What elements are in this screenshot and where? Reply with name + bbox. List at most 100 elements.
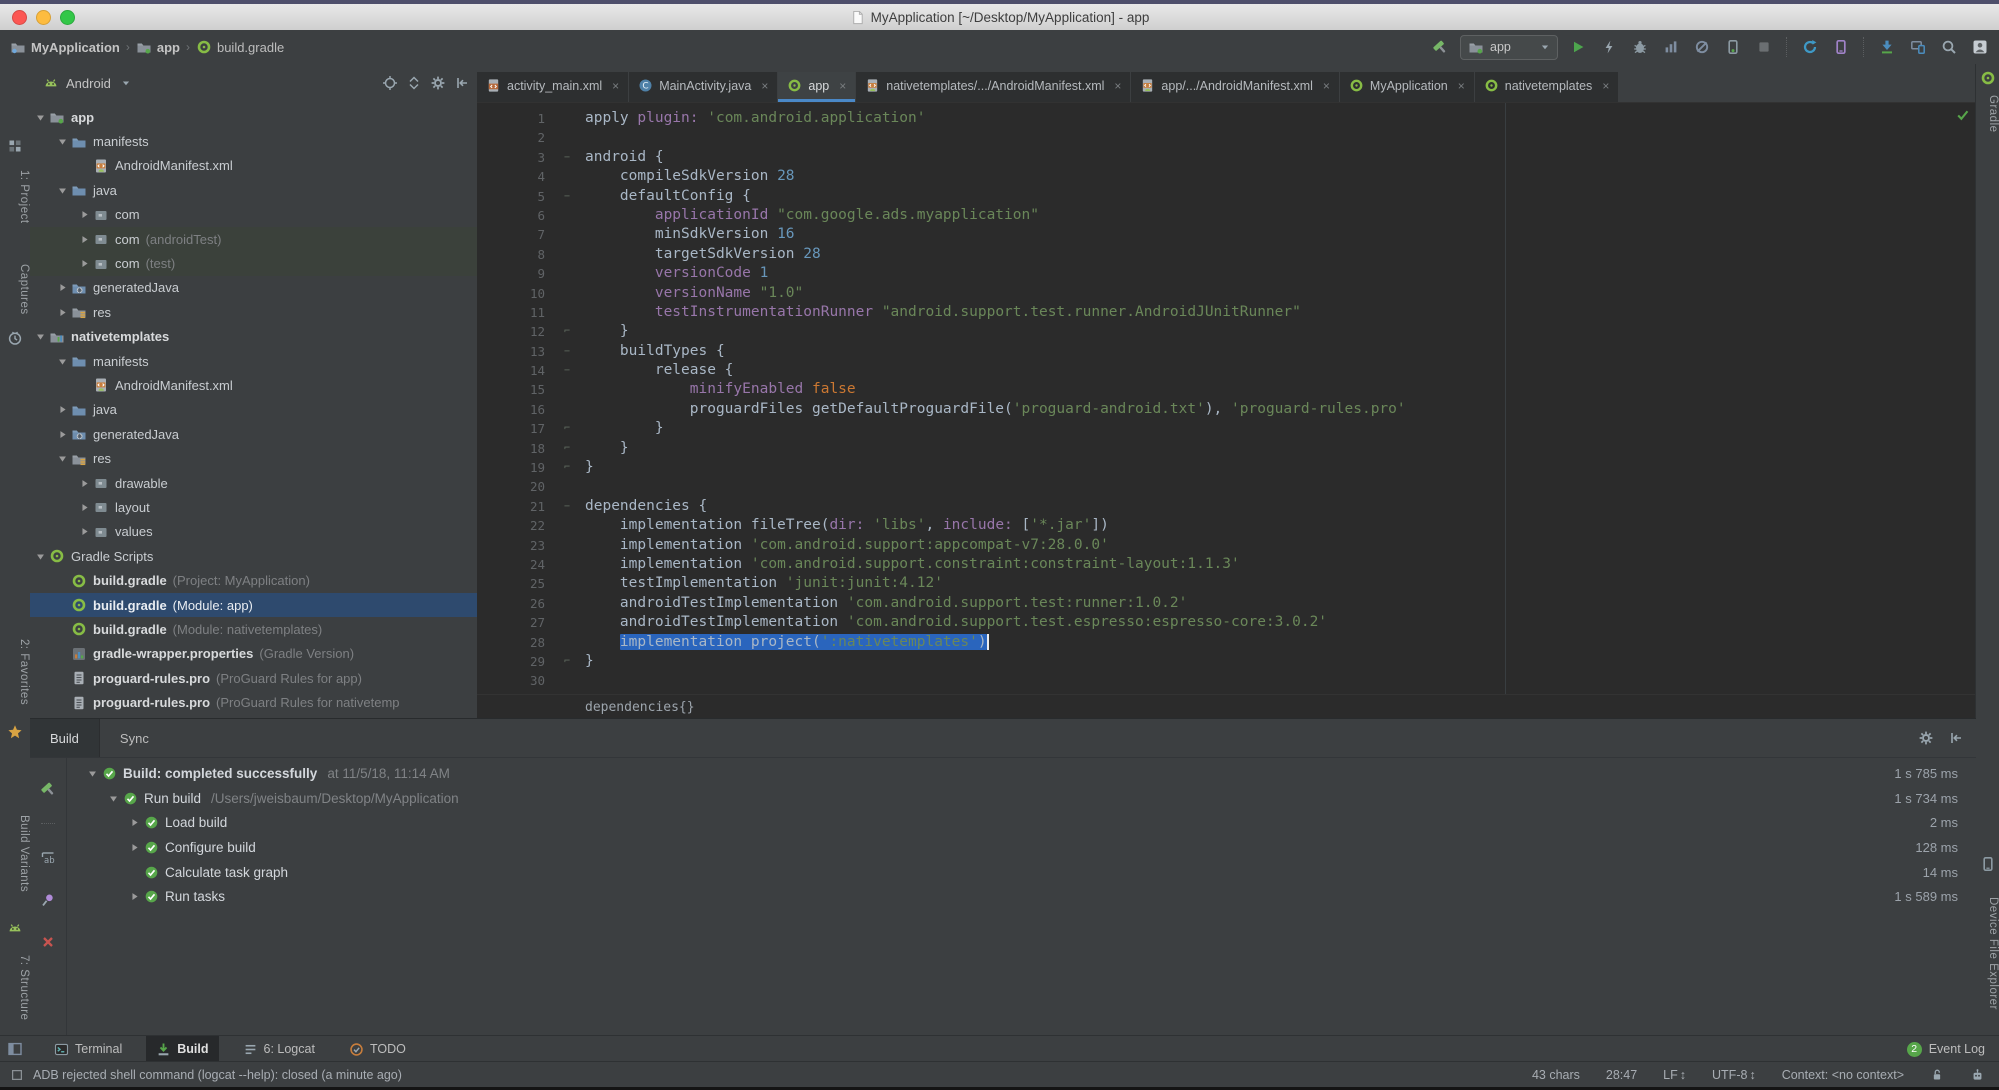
code-line[interactable]: 7 minSdkVersion 16 <box>477 225 1976 244</box>
run-configuration-combo[interactable]: app <box>1460 34 1558 60</box>
tool-window-button-build[interactable]: Build <box>146 1036 219 1062</box>
code-line[interactable]: 13 − buildTypes { <box>477 342 1976 361</box>
code-line[interactable]: 8 targetSdkVersion 28 <box>477 245 1976 264</box>
editor-tab[interactable]: C MainActivity.java × <box>629 72 778 102</box>
code-line[interactable]: 3 − android { <box>477 148 1976 167</box>
close-tab-icon[interactable]: × <box>839 79 846 93</box>
tree-item[interactable]: manifests <box>30 349 477 373</box>
code-line[interactable]: 5 − defaultConfig { <box>477 187 1976 206</box>
build-hammer-icon[interactable] <box>1429 36 1451 58</box>
tree-item[interactable]: res <box>30 300 477 324</box>
project-view-selector[interactable]: Android <box>66 76 111 91</box>
tree-item[interactable]: res <box>30 446 477 470</box>
close-panel-icon[interactable] <box>40 934 56 950</box>
build-hide-panel-icon[interactable] <box>1946 728 1966 748</box>
code-line[interactable]: 9 versionCode 1 <box>477 264 1976 283</box>
device-connections-icon[interactable] <box>1907 36 1929 58</box>
run-on-device-icon[interactable] <box>1722 36 1744 58</box>
debug-icon[interactable] <box>1629 36 1651 58</box>
breadcrumb-item[interactable]: app <box>136 39 180 55</box>
avd-manager-icon[interactable] <box>1830 36 1852 58</box>
editor-tab[interactable]: MyApplication × <box>1339 72 1474 102</box>
tree-item[interactable]: nativetemplates <box>30 325 477 349</box>
close-tab-icon[interactable]: × <box>1114 79 1121 93</box>
code-line[interactable]: 28 implementation project(':nativetempla… <box>477 633 1976 652</box>
locate-file-icon[interactable] <box>381 74 399 92</box>
intention-bulb-icon[interactable] <box>589 615 602 630</box>
code-line[interactable]: 17 ⌐ } <box>477 419 1976 438</box>
build-output-row[interactable]: Build: completed successfully at 11/5/18,… <box>66 761 1976 786</box>
favorites-star-icon[interactable] <box>7 724 23 740</box>
zoom-window-button[interactable] <box>60 9 75 25</box>
code-line[interactable]: 30 <box>477 671 1976 690</box>
tool-button-structure[interactable]: 7: Structure <box>0 946 30 1030</box>
pin-tab-icon[interactable] <box>40 892 56 908</box>
macos-titlebar[interactable]: MyApplication [~/Desktop/MyApplication] … <box>0 4 1999 30</box>
tree-item[interactable]: proguard-rules.pro (ProGuard Rules for na… <box>30 690 477 714</box>
gradle-tool-icon[interactable] <box>1980 70 1996 86</box>
tree-item[interactable]: build.gradle (Module: app) <box>30 592 477 618</box>
tool-button-favorites[interactable]: 2: Favorites <box>0 630 30 714</box>
tool-button-gradle[interactable]: Gradle <box>1976 90 1999 138</box>
lock-icon[interactable] <box>1930 1068 1944 1082</box>
editor-tab[interactable]: app/.../AndroidManifest.xml × <box>1131 72 1339 102</box>
tree-item[interactable]: java <box>30 178 477 202</box>
build-settings-gear-icon[interactable] <box>1916 728 1936 748</box>
minimize-window-button[interactable] <box>36 9 51 25</box>
code-line[interactable]: 6 applicationId "com.google.ads.myapplic… <box>477 206 1976 225</box>
breadcrumb-item[interactable]: MyApplication <box>10 39 120 55</box>
context-indicator[interactable]: Context: <no context> <box>1782 1068 1904 1082</box>
code-line[interactable]: 21 − dependencies { <box>477 497 1976 516</box>
tree-item[interactable]: layout <box>30 495 477 519</box>
tool-window-button-todo[interactable]: TODO <box>339 1036 416 1062</box>
encoding-selector[interactable]: UTF-8 ↕ <box>1712 1068 1756 1082</box>
build-panel-tab[interactable]: Build <box>30 719 100 757</box>
tree-item[interactable]: java <box>30 398 477 422</box>
tool-window-button-6-logcat[interactable]: 6: Logcat <box>233 1036 325 1062</box>
tree-item[interactable]: manifests <box>30 129 477 153</box>
tree-item[interactable]: build.gradle (Module: nativetemplates) <box>30 617 477 641</box>
code-line[interactable]: 18 ⌐ } <box>477 439 1976 458</box>
sync-project-icon[interactable] <box>1799 36 1821 58</box>
code-line[interactable]: 24 implementation 'com.android.support.c… <box>477 555 1976 574</box>
code-line[interactable]: 25 testImplementation 'junit:junit:4.12' <box>477 574 1976 593</box>
code-line[interactable]: 27 androidTestImplementation 'com.androi… <box>477 613 1976 632</box>
captures-icon[interactable] <box>7 330 23 346</box>
attach-debugger-icon[interactable] <box>1691 36 1713 58</box>
code-line[interactable]: 15 minifyEnabled false <box>477 380 1976 399</box>
build-output-row[interactable]: Calculate task graph 14 ms <box>66 860 1976 885</box>
line-ending-selector[interactable]: LF ↕ <box>1663 1068 1686 1082</box>
code-line[interactable]: 16 proguardFiles getDefaultProguardFile(… <box>477 400 1976 419</box>
status-box-icon[interactable] <box>10 1068 24 1082</box>
expand-all-icon[interactable] <box>405 74 423 92</box>
close-tab-icon[interactable]: × <box>612 79 619 93</box>
sdk-manager-icon[interactable] <box>1876 36 1898 58</box>
tool-button-captures[interactable]: Captures <box>0 254 30 324</box>
code-line[interactable]: 4 compileSdkVersion 28 <box>477 167 1976 186</box>
breadcrumb-item[interactable]: build.gradle <box>196 39 284 55</box>
tree-item[interactable]: proguard-rules.pro (ProGuard Rules for ap… <box>30 666 477 690</box>
tool-button-device-file-explorer[interactable]: Device File Explorer <box>1976 878 1999 1028</box>
build-output-row[interactable]: Load build 2 ms <box>66 810 1976 835</box>
tree-item[interactable]: Gradle Scripts <box>30 544 477 568</box>
editor-tab[interactable]: nativetemplates/.../AndroidManifest.xml × <box>856 72 1131 102</box>
build-output-row[interactable]: Run tasks 1 s 589 ms <box>66 884 1976 909</box>
inspections-ok-icon[interactable] <box>1956 108 1970 122</box>
code-line[interactable]: 11 testInstrumentationRunner "android.su… <box>477 303 1976 322</box>
tree-item[interactable]: com (test) <box>30 251 477 276</box>
code-line[interactable]: 29 ⌐} <box>477 652 1976 671</box>
tree-item[interactable]: gradle-wrapper.properties (Gradle Version… <box>30 642 477 666</box>
editor-breadcrumb[interactable]: dependencies{} <box>585 700 695 715</box>
code-line[interactable]: 20 <box>477 477 1976 496</box>
tree-item[interactable]: AndroidManifest.xml <box>30 154 477 178</box>
device-file-explorer-icon[interactable] <box>1980 856 1996 872</box>
caret-position-indicator[interactable]: 28:47 <box>1606 1068 1637 1082</box>
tool-window-switcher-icon[interactable] <box>0 1041 30 1057</box>
apply-changes-icon[interactable] <box>1598 36 1620 58</box>
tree-item[interactable]: values <box>30 520 477 544</box>
code-line[interactable]: 22 implementation fileTree(dir: 'libs', … <box>477 516 1976 535</box>
code-line[interactable]: 10 versionName "1.0" <box>477 284 1976 303</box>
chevron-down-icon[interactable] <box>117 74 135 92</box>
search-everywhere-icon[interactable] <box>1938 36 1960 58</box>
build-variants-android-icon[interactable] <box>7 920 23 936</box>
